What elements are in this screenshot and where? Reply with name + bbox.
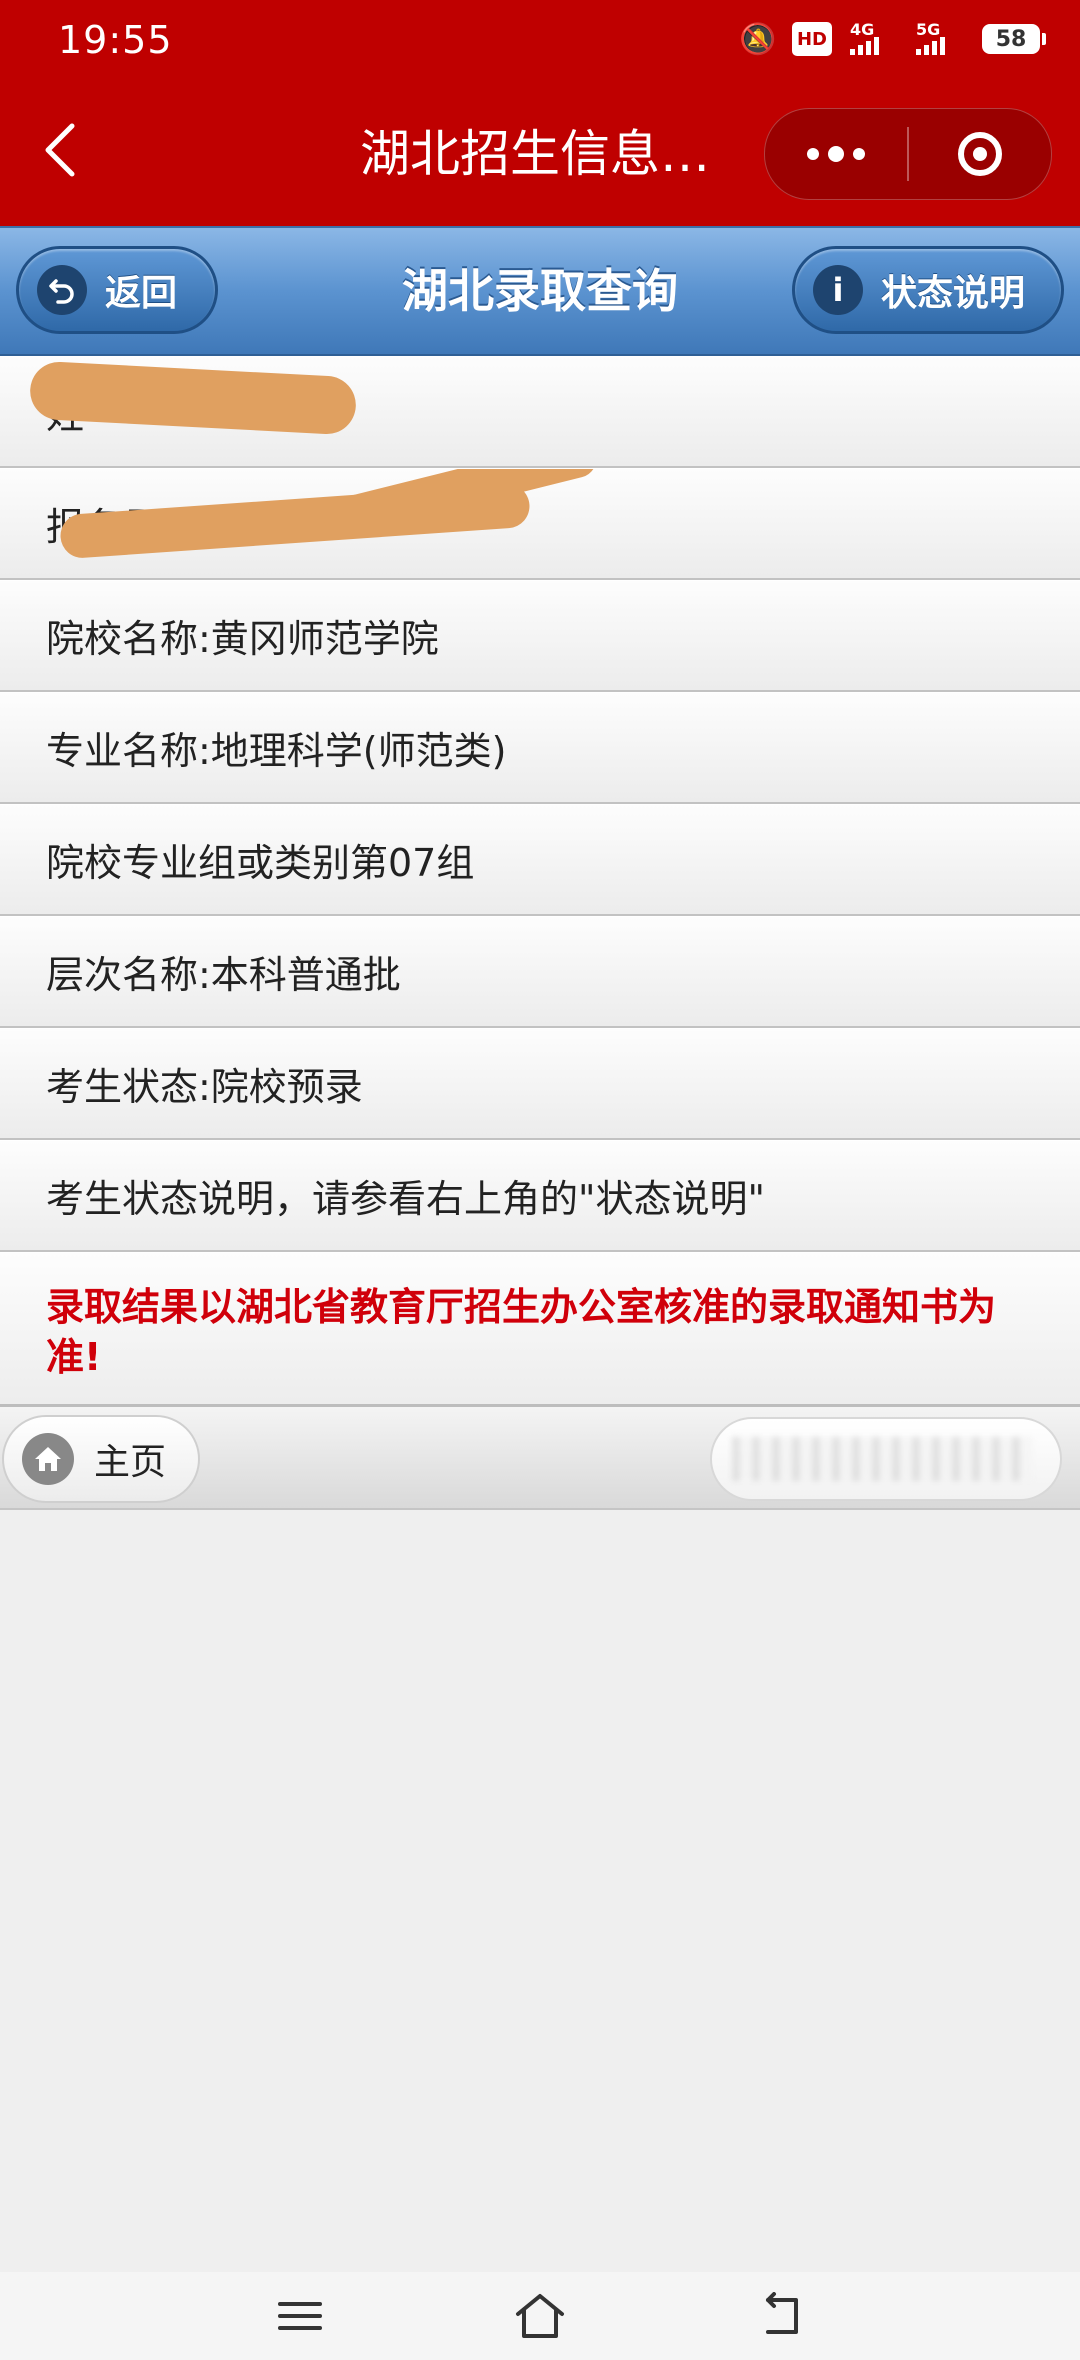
system-nav-bar [0,2272,1080,2360]
home-outline-icon [516,2294,564,2338]
back-arrow-icon [766,2292,798,2334]
list-item-status: 考生状态:院校预录 [0,1028,1080,1140]
mini-program-back-button[interactable] [40,118,90,188]
list-item-school: 院校名称:黄冈师范学院 [0,580,1080,692]
back-button-label: 返回 [105,273,178,314]
battery-icon: 58 [982,24,1046,54]
home-icon [22,1433,74,1485]
result-list: 姓 报名号 院校名称:黄冈师范学院 专业名称:地理科学(师范类) 院校专业组或类… [0,356,1080,1413]
target-icon [958,132,1002,176]
undo-arrow-icon [37,265,87,315]
hd-icon: HD [792,22,832,56]
status-icons: 🔕 HD 4G 5G 58 [739,21,1046,57]
footer-bar: 主页 [0,1404,1080,1510]
bell-muted-icon: 🔕 [739,21,777,57]
more-options-button[interactable] [765,109,907,199]
list-item-exam-number: 报名号 [0,468,1080,580]
status-time: 19:55 [58,18,173,62]
info-icon: i [813,265,863,315]
top-bar: 19:55 🔕 HD 4G 5G 58 湖北招生信息… [0,0,1080,226]
list-item-level: 层次名称:本科普通批 [0,916,1080,1028]
status-info-label: 状态说明 [881,273,1026,314]
system-back-button[interactable] [740,2286,820,2346]
admission-notice: 录取结果以湖北省教育厅招生办公室核准的录取通知书为准! [0,1252,1080,1413]
page-header: 湖北录取查询 返回 i 状态说明 [0,226,1080,356]
chevron-left-icon [45,123,75,177]
obscured-button[interactable] [710,1417,1062,1501]
status-info-button[interactable]: i 状态说明 [792,246,1064,334]
list-item-major: 专业名称:地理科学(师范类) [0,692,1080,804]
recent-apps-button[interactable] [260,2286,340,2346]
list-item-name: 姓 [0,356,1080,468]
menu-icon [278,2302,322,2330]
signal-5g-icon: 5G [916,22,964,56]
home-button[interactable]: 主页 [2,1415,200,1503]
list-item-status-note: 考生状态说明，请参看右上角的"状态说明" [0,1140,1080,1252]
system-home-button[interactable] [500,2286,580,2346]
blurred-content [732,1437,1032,1481]
signal-4g-icon: 4G [850,22,898,56]
mini-program-title: 湖北招生信息… [360,125,710,183]
close-mini-program-button[interactable] [909,109,1051,199]
home-button-label: 主页 [94,1442,167,1483]
mini-program-capsule [764,108,1052,200]
back-button[interactable]: 返回 [16,246,218,334]
list-item-group: 院校专业组或类别第07组 [0,804,1080,916]
